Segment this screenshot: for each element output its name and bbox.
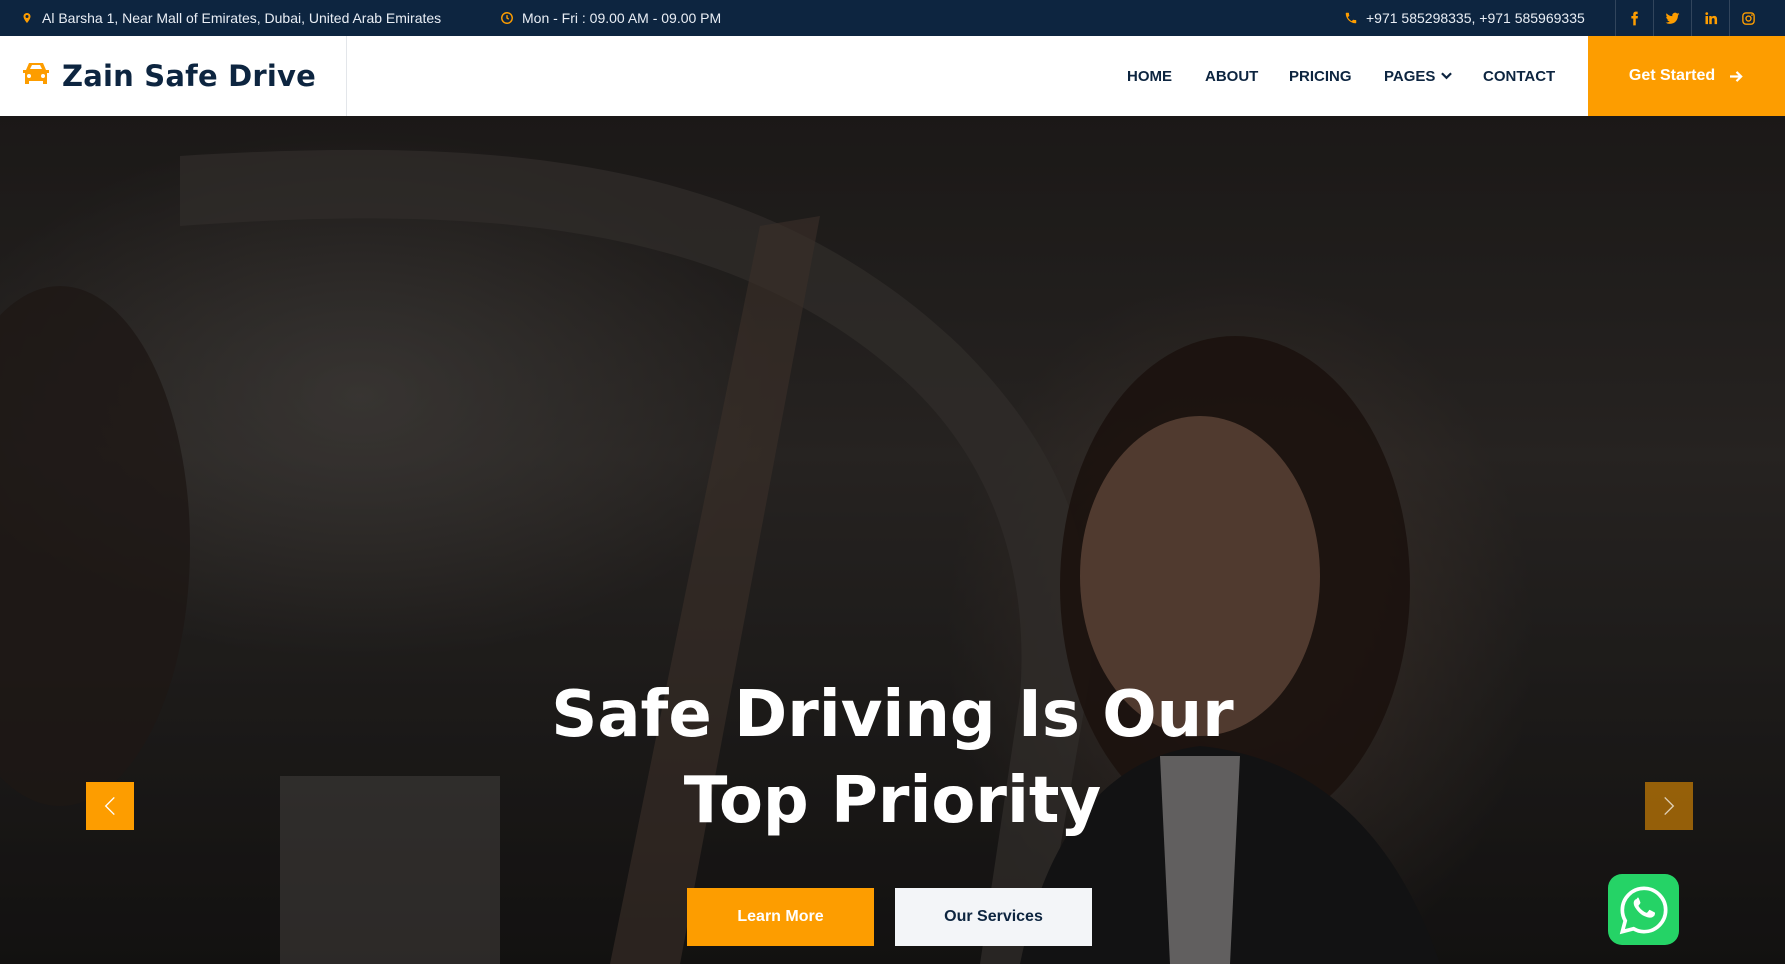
chevron-right-icon bbox=[1664, 796, 1675, 816]
learn-more-button[interactable]: Learn More bbox=[687, 888, 874, 946]
twitter-icon bbox=[1665, 12, 1680, 24]
phone-icon bbox=[1344, 11, 1358, 25]
hero-carousel: Safe Driving Is Our Top Priority Learn M… bbox=[0, 116, 1785, 964]
nav-pages-label: PAGES bbox=[1384, 67, 1436, 85]
phone-text: +971 585298335, +971 585969335 bbox=[1366, 10, 1585, 26]
nav-pricing[interactable]: PRICING bbox=[1289, 36, 1352, 116]
hero-title-line2: Top Priority bbox=[683, 764, 1102, 838]
carousel-next-button[interactable] bbox=[1645, 782, 1693, 830]
linkedin-icon bbox=[1705, 11, 1718, 24]
hero-title: Safe Driving Is Our Top Priority bbox=[0, 672, 1785, 844]
arrow-right-icon bbox=[1730, 70, 1743, 82]
nav-about-label: ABOUT bbox=[1205, 67, 1259, 85]
get-started-label: Get Started bbox=[1628, 67, 1716, 84]
address-info: Al Barsha 1, Near Mall of Emirates, Duba… bbox=[20, 0, 441, 36]
map-pin-icon bbox=[20, 11, 34, 25]
nav-about[interactable]: ABOUT bbox=[1205, 36, 1258, 116]
hours-text: Mon - Fri : 09.00 AM - 09.00 PM bbox=[522, 10, 722, 26]
brand-logo[interactable]: Zain Safe Drive bbox=[0, 36, 347, 116]
linkedin-link[interactable] bbox=[1691, 0, 1729, 36]
main-header: Zain Safe Drive HOME ABOUT PRICING PAGES… bbox=[0, 36, 1785, 116]
phone-info[interactable]: +971 585298335, +971 585969335 bbox=[1344, 0, 1585, 36]
twitter-link[interactable] bbox=[1653, 0, 1691, 36]
brand-name: Zain Safe Drive bbox=[62, 59, 317, 93]
carousel-prev-button[interactable] bbox=[86, 782, 134, 830]
nav-contact-label: CONTACT bbox=[1483, 67, 1556, 85]
instagram-link[interactable] bbox=[1729, 0, 1767, 36]
facebook-icon bbox=[1631, 11, 1638, 25]
facebook-link[interactable] bbox=[1615, 0, 1653, 36]
our-services-button[interactable]: Our Services bbox=[895, 888, 1092, 946]
chevron-left-icon bbox=[104, 796, 115, 816]
hours-info: Mon - Fri : 09.00 AM - 09.00 PM bbox=[500, 0, 721, 36]
nav-pages-dropdown[interactable]: PAGES bbox=[1384, 36, 1453, 116]
nav-home-label: HOME bbox=[1127, 67, 1172, 85]
hero-title-line1: Safe Driving Is Our bbox=[551, 678, 1234, 752]
nav-pricing-label: PRICING bbox=[1289, 67, 1352, 85]
address-text: Al Barsha 1, Near Mall of Emirates, Duba… bbox=[42, 10, 442, 26]
clock-icon bbox=[500, 11, 514, 25]
nav-contact[interactable]: CONTACT bbox=[1483, 36, 1555, 116]
car-icon bbox=[20, 60, 52, 93]
our-services-label: Our Services bbox=[944, 908, 1043, 925]
chevron-down-icon bbox=[1441, 72, 1453, 80]
whatsapp-icon bbox=[1619, 885, 1668, 934]
get-started-button[interactable]: Get Started bbox=[1588, 36, 1785, 116]
learn-more-label: Learn More bbox=[737, 908, 824, 925]
whatsapp-chat-button[interactable] bbox=[1608, 874, 1679, 945]
instagram-icon bbox=[1742, 11, 1755, 25]
top-info-bar: Al Barsha 1, Near Mall of Emirates, Duba… bbox=[0, 0, 1785, 36]
nav-home[interactable]: HOME bbox=[1127, 36, 1172, 116]
